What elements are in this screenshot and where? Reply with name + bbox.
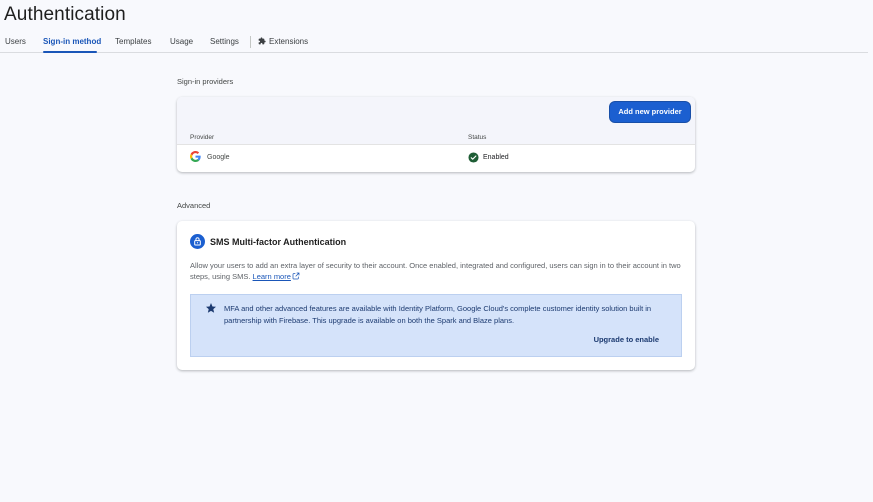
provider-name: Google (207, 154, 230, 161)
google-icon (190, 151, 201, 162)
provider-status: Enabled (483, 154, 509, 161)
tab-templates[interactable]: Templates (115, 37, 151, 46)
mfa-title: SMS Multi-factor Authentication (210, 237, 347, 247)
tab-users[interactable]: Users (5, 37, 26, 46)
tab-extensions[interactable]: Extensions (258, 37, 308, 46)
tab-settings[interactable]: Settings (210, 37, 239, 46)
advanced-label: Advanced (177, 201, 211, 210)
provider-row[interactable]: Google Enabled (177, 145, 695, 172)
tab-sign-in-method[interactable]: Sign-in method (43, 37, 101, 46)
mfa-description: Allow your users to add an extra layer o… (190, 260, 690, 282)
external-link-icon[interactable] (292, 272, 300, 280)
star-icon (206, 303, 216, 313)
learn-more-label: Learn more (252, 272, 291, 281)
check-circle-icon (468, 152, 479, 163)
providers-card: Add new provider Provider Status Google … (177, 97, 695, 172)
upgrade-to-enable-link[interactable]: Upgrade to enable (594, 335, 659, 344)
page-title: Authentication (4, 4, 126, 25)
mfa-card: SMS Multi-factor Authentication Allow yo… (177, 221, 695, 370)
tab-extensions-label: Extensions (269, 37, 309, 46)
puzzle-icon (258, 37, 266, 45)
banner-text: MFA and other advanced features are avai… (224, 304, 652, 325)
lock-icon (190, 234, 205, 249)
tab-bar: Users Sign-in method Templates Usage Set… (0, 30, 868, 53)
status-column-header: Status (468, 134, 487, 141)
sign-in-providers-label: Sign-in providers (177, 77, 234, 86)
tab-separator (250, 36, 251, 48)
tab-usage[interactable]: Usage (170, 37, 193, 46)
learn-more-link[interactable]: Learn more (253, 272, 291, 281)
provider-column-header: Provider (190, 134, 215, 141)
identity-platform-banner: MFA and other advanced features are avai… (190, 294, 682, 357)
active-tab-indicator (43, 51, 97, 53)
providers-card-header: Add new provider Provider Status (177, 97, 695, 145)
add-new-provider-button[interactable]: Add new provider (610, 102, 690, 122)
